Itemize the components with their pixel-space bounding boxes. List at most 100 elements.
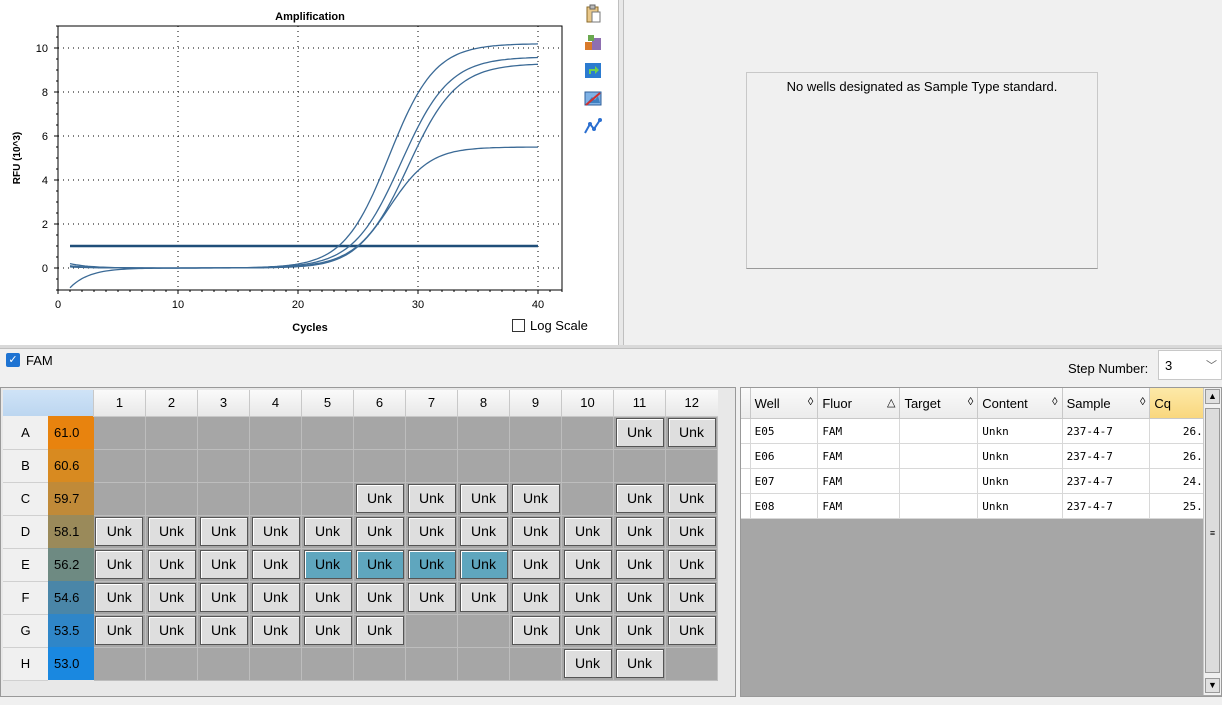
plate-well-slot[interactable]: Unk	[353, 614, 406, 648]
plate-well-slot[interactable]: Unk	[405, 482, 458, 516]
column-header-content[interactable]: Content ◊	[977, 388, 1063, 419]
plate-well-slot[interactable]: Unk	[457, 482, 510, 516]
plate-well-slot[interactable]	[197, 647, 250, 681]
plate-well[interactable]: Unk	[355, 517, 404, 546]
refresh-icon[interactable]	[583, 60, 603, 80]
plate-well-slot[interactable]: Unk	[613, 581, 666, 615]
table-row[interactable]: E08 FAM Unkn 237-4-7 25.46	[741, 493, 1221, 519]
plate-well-slot[interactable]: Unk	[457, 548, 510, 582]
plate-well-slot[interactable]: Unk	[93, 515, 146, 549]
plate-well-slot[interactable]: Unk	[509, 548, 562, 582]
plate-well[interactable]: Unk	[147, 616, 196, 645]
plate-well-slot[interactable]	[249, 416, 302, 450]
plate-well[interactable]: Unk	[667, 550, 716, 579]
plate-well-slot[interactable]	[457, 614, 510, 648]
plate-column-header[interactable]: 1	[93, 390, 146, 417]
plate-well-slot[interactable]: Unk	[301, 614, 354, 648]
plate-well-slot[interactable]: Unk	[613, 515, 666, 549]
plate-column-header[interactable]: 9	[509, 390, 562, 417]
sort-icon[interactable]: △	[887, 396, 895, 409]
plate-corner[interactable]	[3, 390, 48, 416]
plate-well[interactable]: Unk	[199, 550, 248, 579]
row-selector[interactable]	[741, 493, 751, 519]
plate-well-slot[interactable]	[457, 647, 510, 681]
step-number-select[interactable]: 3 ﹀	[1158, 350, 1222, 380]
plate-well-slot[interactable]: Unk	[93, 581, 146, 615]
plate-well-slot[interactable]	[145, 647, 198, 681]
plate-well-slot[interactable]	[197, 449, 250, 483]
plate-well[interactable]: Unk	[407, 550, 456, 579]
plate-well[interactable]: Unk	[303, 517, 352, 546]
plate-well[interactable]: Unk	[459, 550, 508, 579]
plate-well[interactable]: Unk	[303, 550, 352, 579]
plate-well[interactable]: Unk	[563, 616, 612, 645]
plate-column-header[interactable]: 7	[405, 390, 458, 417]
plate-well[interactable]: Unk	[407, 517, 456, 546]
plate-well[interactable]: Unk	[511, 616, 560, 645]
table-row[interactable]: E07 FAM Unkn 237-4-7 24.45	[741, 468, 1221, 494]
plate-well-slot[interactable]: Unk	[249, 548, 302, 582]
plate-column-header[interactable]: 11	[613, 390, 666, 417]
plate-well-slot[interactable]	[249, 647, 302, 681]
plate-well[interactable]: Unk	[511, 484, 560, 513]
plate-well[interactable]: Unk	[615, 649, 664, 678]
plate-well-slot[interactable]	[301, 449, 354, 483]
plate-well-slot[interactable]: Unk	[613, 416, 666, 450]
plate-well-slot[interactable]: Unk	[457, 515, 510, 549]
plate-well[interactable]: Unk	[667, 517, 716, 546]
image-icon[interactable]	[583, 88, 603, 108]
plate-well-slot[interactable]	[197, 482, 250, 516]
plate-well-slot[interactable]: Unk	[561, 515, 614, 549]
plate-well-slot[interactable]	[509, 449, 562, 483]
plate-well-slot[interactable]: Unk	[249, 614, 302, 648]
plate-well[interactable]: Unk	[407, 484, 456, 513]
plate-well-slot[interactable]: Unk	[613, 482, 666, 516]
plate-well-slot[interactable]: Unk	[301, 548, 354, 582]
column-header-sample[interactable]: Sample ◊	[1062, 388, 1151, 419]
plate-column-header[interactable]: 6	[353, 390, 406, 417]
plate-well[interactable]: Unk	[615, 517, 664, 546]
plate-well-slot[interactable]: Unk	[249, 515, 302, 549]
plate-well[interactable]: Unk	[459, 484, 508, 513]
plate-well-slot[interactable]	[457, 416, 510, 450]
plate-well-slot[interactable]	[93, 449, 146, 483]
plate-well[interactable]: Unk	[563, 550, 612, 579]
plate-well-slot[interactable]	[301, 482, 354, 516]
plate-well-slot[interactable]	[353, 416, 406, 450]
plate-well[interactable]: Unk	[667, 484, 716, 513]
plate-column-header[interactable]: 4	[249, 390, 302, 417]
export-icon[interactable]	[583, 32, 603, 52]
plate-well[interactable]: Unk	[563, 583, 612, 612]
plate-well-slot[interactable]: Unk	[301, 581, 354, 615]
plate-well[interactable]: Unk	[147, 583, 196, 612]
plate-well[interactable]: Unk	[563, 649, 612, 678]
plate-well-slot[interactable]	[145, 416, 198, 450]
sort-icon[interactable]: ◊	[1052, 396, 1057, 408]
plate-well-slot[interactable]: Unk	[353, 548, 406, 582]
plate-well[interactable]: Unk	[251, 550, 300, 579]
plate-well[interactable]: Unk	[251, 583, 300, 612]
plate-well[interactable]: Unk	[615, 484, 664, 513]
plate-well-slot[interactable]	[301, 647, 354, 681]
plate-well-slot[interactable]: Unk	[613, 614, 666, 648]
row-selector-header[interactable]	[741, 388, 751, 419]
plate-well[interactable]: Unk	[355, 583, 404, 612]
sort-icon[interactable]: ◊	[968, 396, 973, 408]
plate-well-slot[interactable]: Unk	[665, 515, 718, 549]
plate-well[interactable]: Unk	[199, 583, 248, 612]
plate-column-header[interactable]: 8	[457, 390, 510, 417]
line-chart-icon[interactable]	[583, 116, 603, 136]
sort-icon[interactable]: ◊	[1140, 396, 1145, 408]
plate-well-slot[interactable]	[197, 416, 250, 450]
plate-well-slot[interactable]	[93, 647, 146, 681]
scroll-thumb[interactable]: ≡	[1205, 408, 1220, 673]
plate-well-slot[interactable]: Unk	[665, 416, 718, 450]
plate-corner-temp[interactable]	[48, 390, 94, 416]
plate-well[interactable]: Unk	[251, 616, 300, 645]
plate-well-slot[interactable]: Unk	[197, 548, 250, 582]
plate-well-slot[interactable]	[249, 482, 302, 516]
plate-well[interactable]: Unk	[407, 583, 456, 612]
plate-well-slot[interactable]	[509, 647, 562, 681]
plate-row-header[interactable]: G	[3, 614, 48, 648]
plate-well-slot[interactable]: Unk	[613, 548, 666, 582]
